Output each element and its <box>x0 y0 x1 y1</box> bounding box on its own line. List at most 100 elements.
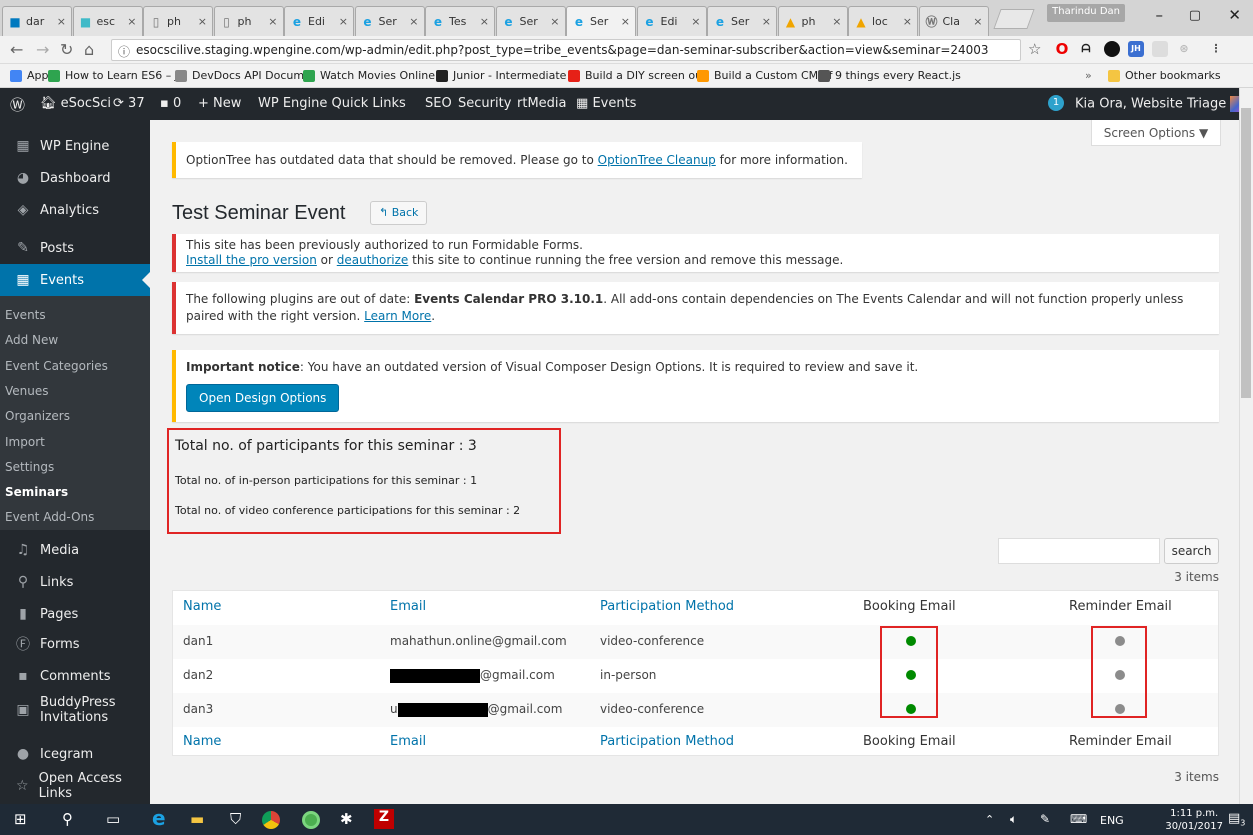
wordpress-logo-icon[interactable]: Ⓦ <box>10 94 25 115</box>
sidebar-item-dashboard[interactable]: ◕ Dashboard <box>0 162 150 194</box>
sidebar-item-open-access-links[interactable]: ☆ Open Access Links <box>0 770 150 802</box>
opera-icon[interactable]: O <box>1054 41 1070 57</box>
reload-icon[interactable]: ↻ <box>60 40 73 59</box>
ie-taskbar-icon[interactable]: e <box>152 806 166 830</box>
browser-tab[interactable]: e Ser × <box>566 6 636 36</box>
learn-more-link[interactable]: Learn More <box>364 309 431 323</box>
tab-close-icon[interactable]: × <box>691 15 700 28</box>
info-icon[interactable]: ⓘ <box>118 43 130 60</box>
extension-dark-icon[interactable] <box>1104 41 1120 57</box>
jh-extension-icon[interactable]: JH <box>1128 41 1144 57</box>
back-button[interactable]: ↰ Back <box>370 201 428 225</box>
maximize-icon[interactable]: ▢ <box>1189 8 1201 23</box>
sidebar-item-posts[interactable]: ✎ Posts <box>0 232 150 264</box>
tab-close-icon[interactable]: × <box>268 15 277 28</box>
bookmark-item[interactable]: Junior - Intermediate <box>436 69 566 82</box>
install-pro-link[interactable]: Install the pro version <box>186 253 317 267</box>
tab-close-icon[interactable]: × <box>57 15 66 28</box>
submenu-item-event-add-ons[interactable]: Event Add-Ons <box>5 510 94 524</box>
search-button[interactable]: search <box>1164 538 1219 564</box>
column-header-name[interactable]: Name <box>183 734 221 749</box>
adminbar-item-security[interactable]: Security <box>458 96 511 111</box>
tray-chevron-icon[interactable]: ⌃ <box>985 813 994 826</box>
action-center-icon[interactable]: ▤3 <box>1228 811 1245 828</box>
column-header-name[interactable]: Name <box>183 599 221 614</box>
new-content-link[interactable]: + New <box>198 96 241 111</box>
sidebar-item-media[interactable]: ♫ Media <box>0 534 150 566</box>
deauthorize-link[interactable]: deauthorize <box>337 253 409 267</box>
tab-close-icon[interactable]: × <box>409 15 418 28</box>
sidebar-item-analytics[interactable]: ◈ Analytics <box>0 194 150 226</box>
submenu-item-events[interactable]: Events <box>5 308 46 322</box>
bookmark-item[interactable]: How to Learn ES6 – Je <box>48 69 185 82</box>
browser-tab[interactable]: ▯ ph × <box>213 6 284 36</box>
sidebar-item-events[interactable]: ▦ Events <box>0 264 150 296</box>
back-arrow-icon[interactable]: ← <box>10 40 23 59</box>
browser-tab[interactable]: ▲ loc × <box>848 6 918 36</box>
my-account-link[interactable]: Kia Ora, Website Triage <box>1075 96 1249 112</box>
slack-icon[interactable]: ✱ <box>340 810 353 828</box>
green-app-icon[interactable] <box>302 811 320 829</box>
screen-options-button[interactable]: Screen Options ▼ <box>1091 120 1221 146</box>
url-input[interactable]: ⓘ esocscilive.staging.wpengine.com/wp-ad… <box>111 39 1021 61</box>
bookmark-item[interactable]: Watch Movies Online <box>303 69 435 82</box>
file-explorer-icon[interactable]: ▬ <box>190 810 204 828</box>
tab-close-icon[interactable]: × <box>550 15 559 28</box>
submenu-item-venues[interactable]: Venues <box>5 384 49 398</box>
notification-badge[interactable]: 1 <box>1048 95 1064 111</box>
browser-tab[interactable]: e Edi × <box>636 6 707 36</box>
more-bookmarks-button[interactable]: » <box>1085 69 1092 82</box>
submenu-item-import[interactable]: Import <box>5 435 45 449</box>
tab-close-icon[interactable]: × <box>127 15 136 28</box>
language-indicator[interactable]: ENG <box>1100 814 1124 827</box>
clock[interactable]: 1:11 p.m. 30/01/2017 <box>1165 807 1223 833</box>
column-header-participation-method[interactable]: Participation Method <box>600 599 734 614</box>
tab-close-icon[interactable]: × <box>903 15 912 28</box>
column-header-email[interactable]: Email <box>390 734 426 749</box>
updates-link[interactable]: ⟳ 37 <box>113 96 145 111</box>
tab-close-icon[interactable]: × <box>621 15 630 28</box>
tab-close-icon[interactable]: × <box>198 15 207 28</box>
submenu-item-add-new[interactable]: Add New <box>5 333 58 347</box>
browser-tab[interactable]: ■ dar × <box>2 6 72 36</box>
site-name-link[interactable]: 🏠︎ eSocSci <box>40 96 111 111</box>
open-design-options-button[interactable]: Open Design Options <box>186 384 340 412</box>
column-header-participation-method[interactable]: Participation Method <box>600 734 734 749</box>
browser-tab[interactable]: Ⓦ Cla × <box>918 6 989 36</box>
chrome-taskbar-icon[interactable] <box>262 811 280 829</box>
browser-tab[interactable]: e Tes × <box>425 6 495 36</box>
browser-tab[interactable]: ▲ ph × <box>777 6 848 36</box>
column-header-email[interactable]: Email <box>390 599 426 614</box>
other-bookmarks-button[interactable]: Other bookmarks <box>1108 69 1221 82</box>
tab-close-icon[interactable]: × <box>762 15 771 28</box>
bookmark-item[interactable]: Build a DIY screen out <box>568 69 706 82</box>
home-icon[interactable]: ⌂ <box>84 40 94 59</box>
tab-close-icon[interactable]: × <box>339 15 348 28</box>
sidebar-item-pages[interactable]: ▮ Pages <box>0 598 150 630</box>
volume-icon[interactable]: 🔈︎ <box>1010 812 1017 827</box>
browser-tab[interactable]: e Ser × <box>707 6 777 36</box>
windows-start-icon[interactable]: ⊞ <box>14 810 27 828</box>
extension-gray-icon[interactable]: ⊛ <box>1176 41 1192 57</box>
filezilla-icon[interactable]: Z <box>374 809 394 829</box>
sidebar-item-wp-engine[interactable]: ▦ WP Engine <box>0 130 150 162</box>
tab-close-icon[interactable]: × <box>480 15 489 28</box>
optiontree-cleanup-link[interactable]: OptionTree Cleanup <box>598 153 716 167</box>
sidebar-item-forms[interactable]: Ⓕ Forms <box>0 628 150 660</box>
browser-tab[interactable]: e Ser × <box>495 6 566 36</box>
browser-tab[interactable]: e Edi × <box>284 6 354 36</box>
tab-close-icon[interactable]: × <box>973 15 982 28</box>
browser-tab[interactable]: ▯ ph × <box>143 6 213 36</box>
browser-menu-icon[interactable]: ⋮ <box>1208 41 1224 57</box>
task-view-icon[interactable]: ▭ <box>106 810 120 828</box>
scrollbar-thumb[interactable] <box>1241 108 1251 398</box>
browser-tab[interactable]: ■ esc × <box>72 6 143 36</box>
profile-badge[interactable]: Tharindu Dan <box>1047 4 1125 22</box>
tab-close-icon[interactable]: × <box>832 15 841 28</box>
sidebar-item-icegram[interactable]: ● Icegram <box>0 738 150 770</box>
submenu-item-organizers[interactable]: Organizers <box>5 409 70 423</box>
sidebar-item-links[interactable]: ⚲ Links <box>0 566 150 598</box>
minimize-icon[interactable]: – <box>1156 6 1164 24</box>
comments-link[interactable]: ▪ 0 <box>160 96 181 111</box>
search-icon[interactable]: ⚲ <box>62 810 73 828</box>
